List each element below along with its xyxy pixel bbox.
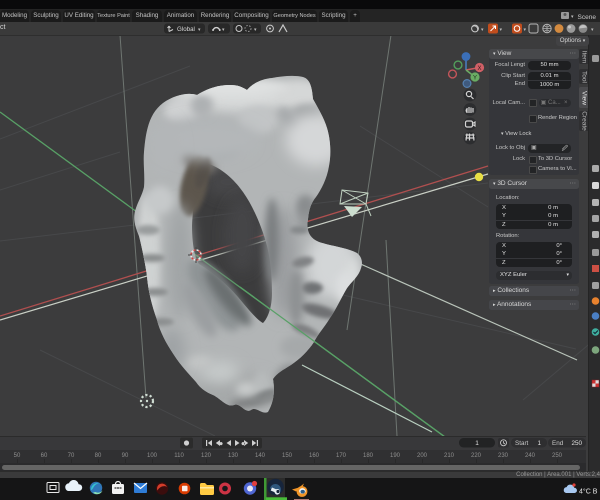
svg-text:Global: Global bbox=[177, 26, 195, 33]
svg-text:▾: ▾ bbox=[591, 27, 594, 33]
svg-text:▾: ▾ bbox=[500, 27, 503, 33]
svg-text:1: 1 bbox=[475, 440, 479, 447]
svg-text:1: 1 bbox=[537, 440, 541, 447]
svg-text:▾: ▾ bbox=[524, 27, 527, 33]
svg-text:X: X bbox=[477, 66, 481, 72]
svg-text:Start: Start bbox=[515, 440, 529, 447]
svg-text:Y: Y bbox=[473, 75, 477, 81]
svg-text:End: End bbox=[552, 440, 564, 447]
svg-text:4°C B: 4°C B bbox=[579, 488, 598, 496]
svg-text:▾: ▾ bbox=[571, 14, 574, 20]
svg-text:▾: ▾ bbox=[481, 27, 484, 33]
